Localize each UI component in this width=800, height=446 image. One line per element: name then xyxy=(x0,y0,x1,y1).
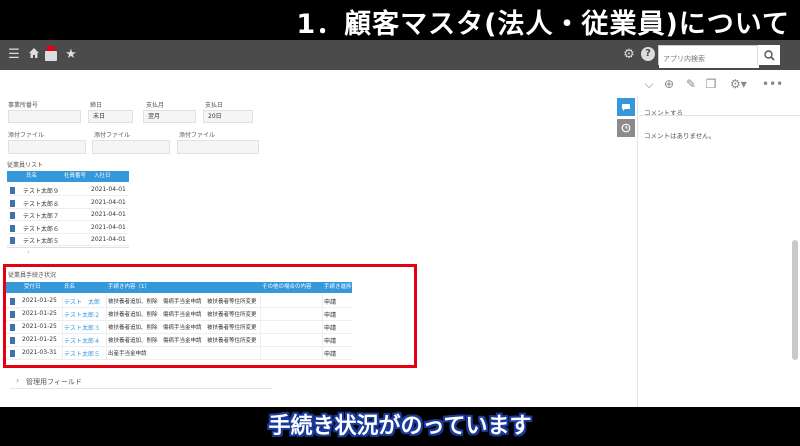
pay-month-value: 翌月 xyxy=(148,113,161,120)
employee-list-title: 従業員リスト xyxy=(7,162,44,169)
options-gear-icon[interactable]: ⚙▾ xyxy=(730,76,747,92)
pay-month-field: 翌月 xyxy=(143,110,196,123)
help-icon[interactable]: ? xyxy=(641,47,655,61)
comment-tab[interactable] xyxy=(617,98,635,116)
highlight-box xyxy=(3,264,417,368)
employee-hire-date: 2021-04-01 xyxy=(91,223,126,231)
employee-name: テスト太郎９ xyxy=(23,188,60,195)
search-icon xyxy=(763,49,775,61)
favorite-star-icon[interactable]: ★ xyxy=(63,47,79,63)
office-no-label: 事業所番号 xyxy=(8,102,39,109)
office-no-field xyxy=(8,110,81,123)
closing-label: 締日 xyxy=(90,102,103,109)
comment-divider xyxy=(639,115,800,116)
table-row: テスト太郎９ 2021-04-01 xyxy=(7,184,129,196)
employee-hire-date: 2021-04-01 xyxy=(91,211,126,218)
history-tab[interactable] xyxy=(617,119,635,137)
table-row: テスト太郎６ 2021-04-01 xyxy=(7,222,129,234)
employee-name: テスト太郎６ xyxy=(23,225,60,233)
record-file-icon[interactable] xyxy=(10,237,15,244)
pay-day-field: 20日 xyxy=(203,110,253,123)
settings-gear-icon[interactable]: ⚙ xyxy=(621,47,637,63)
chevron-right-icon[interactable]: › xyxy=(27,248,47,258)
pay-day-label: 支払日 xyxy=(205,102,224,109)
top-title: 1．顧客マスタ(法人・従業員)について xyxy=(296,9,790,40)
employee-hire-date: 2021-04-01 xyxy=(91,186,126,193)
employee-name: テスト太郎８ xyxy=(23,200,60,208)
add-icon[interactable]: ⊕ xyxy=(661,76,677,92)
employee-hire-date: 2021-04-01 xyxy=(91,236,126,243)
history-clock-icon xyxy=(621,123,631,133)
employee-col-date: 入社日 xyxy=(94,173,111,179)
chevron-down-icon[interactable]: ⌵ xyxy=(641,76,657,92)
attach1-label: 添付ファイル xyxy=(8,132,45,139)
pay-day-value: 20日 xyxy=(208,113,222,120)
pay-month-label: 支払月 xyxy=(146,102,165,109)
employee-name: テスト太郎７ xyxy=(23,213,60,220)
attach3-label: 添付ファイル xyxy=(179,132,216,139)
table-row: テスト太郎７ 2021-04-01 xyxy=(7,209,129,221)
attach2-field[interactable] xyxy=(92,140,170,154)
table-row: テスト太郎５ 2021-04-01 xyxy=(7,234,129,246)
employee-col-name: 氏名 xyxy=(26,173,38,179)
search-button[interactable] xyxy=(757,45,780,65)
record-file-icon[interactable] xyxy=(10,224,15,232)
comment-panel xyxy=(637,96,800,407)
more-icon[interactable]: ••• xyxy=(762,76,783,92)
admin-field-label[interactable]: 管理用フィールド xyxy=(26,377,82,387)
record-file-icon[interactable] xyxy=(10,187,15,194)
table-row: テスト太郎８ 2021-04-01 xyxy=(7,197,129,209)
closing-field: 末日 xyxy=(88,110,133,123)
record-file-icon[interactable] xyxy=(10,212,15,219)
divider xyxy=(7,247,129,248)
record-file-icon[interactable] xyxy=(10,199,15,207)
employee-hire-date: 2021-04-01 xyxy=(91,198,126,206)
notification-icon[interactable] xyxy=(44,45,58,63)
home-icon[interactable] xyxy=(26,47,42,63)
employee-name: テスト太郎５ xyxy=(23,238,60,245)
menu-icon[interactable]: ☰ xyxy=(6,47,22,63)
comment-input[interactable]: コメントする xyxy=(639,100,787,117)
comment-bubble-icon xyxy=(622,103,630,111)
closing-value: 末日 xyxy=(93,113,106,120)
attach1-field[interactable] xyxy=(8,140,86,154)
employee-col-no: 社員番号 xyxy=(64,173,87,179)
chevron-right-admin-icon: › xyxy=(16,376,20,385)
scrollbar[interactable] xyxy=(792,240,798,360)
caption-text: 手続き状況がのっています xyxy=(268,414,532,439)
search-input[interactable] xyxy=(659,50,759,68)
comment-empty-text: コメントはありません。 xyxy=(644,132,716,140)
edit-icon[interactable]: ✎ xyxy=(683,76,699,92)
attach3-field[interactable] xyxy=(177,140,259,154)
attach2-label: 添付ファイル xyxy=(94,132,131,139)
copy-icon[interactable]: ❐ xyxy=(703,76,719,92)
